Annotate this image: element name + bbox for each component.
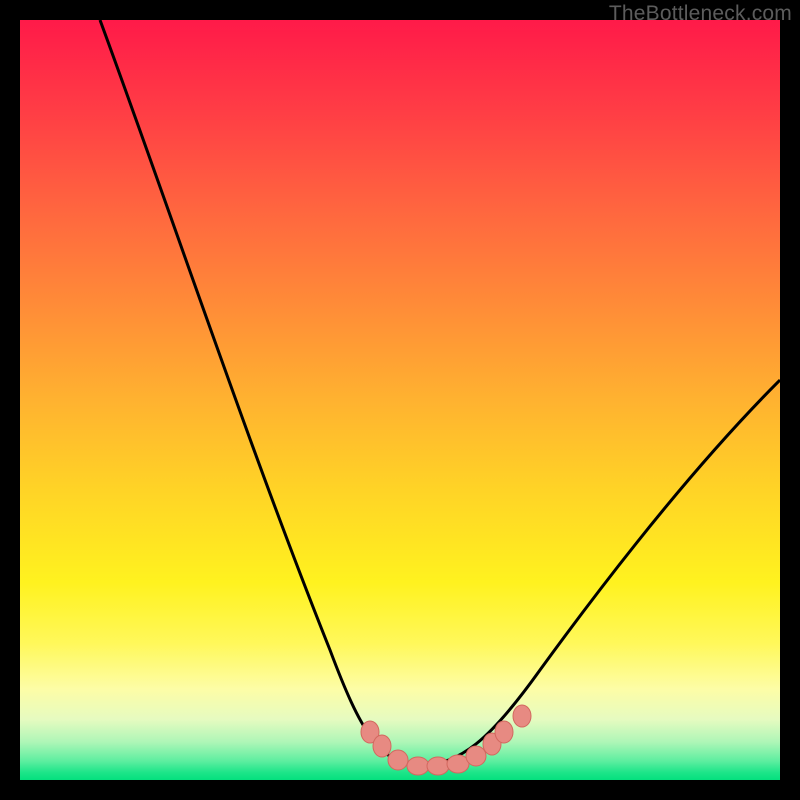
marker-dot (388, 750, 408, 770)
marker-dot (495, 721, 513, 743)
marker-dot (466, 746, 486, 766)
marker-dot (407, 757, 429, 775)
marker-dot (513, 705, 531, 727)
watermark-text: TheBottleneck.com (609, 2, 792, 26)
chart-plot-area (20, 20, 780, 780)
marker-dot (427, 757, 449, 775)
marker-dot (373, 735, 391, 757)
chart-svg (20, 20, 780, 780)
bottleneck-curve (100, 20, 780, 765)
